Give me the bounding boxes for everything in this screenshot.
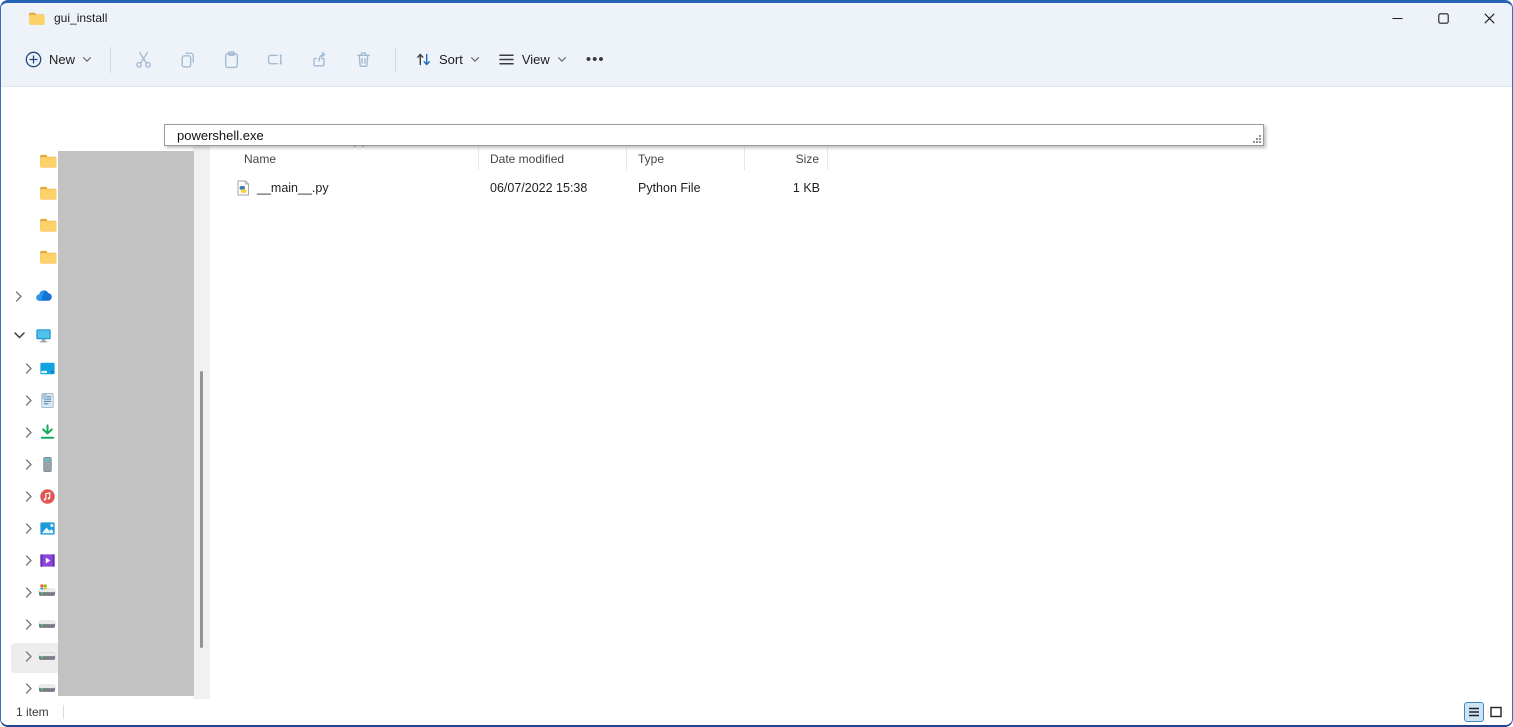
chevron-right-icon[interactable] [23,458,35,471]
pictures-icon [38,519,57,538]
autocomplete-suggestion[interactable]: powershell.exe [165,125,1263,145]
details-view-button[interactable] [1464,702,1484,722]
view-list-icon [498,51,515,68]
toolbar-divider [110,47,111,73]
copy-button[interactable] [165,42,209,78]
navigation-pane: O T [1,143,211,699]
this-pc-icon [34,326,53,345]
documents-icon [38,391,57,410]
column-header-size[interactable]: Size [745,148,828,170]
music-icon [38,487,57,506]
chevron-right-icon[interactable] [23,426,35,439]
folder-icon [39,215,58,234]
column-header-type[interactable]: Type [627,148,745,170]
delete-button[interactable] [341,42,385,78]
address-autocomplete-dropdown: powershell.exe [164,124,1264,146]
folder-icon [39,247,58,266]
file-size: 1 KB [745,181,828,195]
view-button-label: View [522,52,550,67]
minimize-icon [1392,13,1403,24]
chevron-right-icon[interactable] [13,290,25,303]
chevron-down-icon [82,56,92,63]
large-icons-view-button[interactable] [1486,702,1506,722]
cut-icon [134,50,153,69]
delete-icon [354,50,373,69]
drive-icon [38,647,57,666]
chevron-right-icon[interactable] [23,362,35,375]
new-button-label: New [49,52,75,67]
plus-circle-icon [25,51,42,68]
close-icon [1484,13,1495,24]
rename-button[interactable] [253,42,297,78]
view-button[interactable]: View [489,45,576,74]
chevron-right-icon[interactable] [23,522,35,535]
chevron-down-icon [557,56,567,63]
paste-icon [222,50,241,69]
windows-drive-icon [38,583,57,602]
status-divider [63,705,64,719]
copy-icon [178,50,197,69]
new-button[interactable]: New [17,45,100,74]
status-bar: 1 item [1,699,1512,725]
close-button[interactable] [1466,3,1512,33]
chevron-right-icon[interactable] [23,650,35,663]
device-icon [38,455,57,474]
chevron-right-icon[interactable] [23,394,35,407]
column-header-name[interactable]: Name [228,148,479,170]
maximize-icon [1438,13,1449,24]
sort-icon [415,51,432,68]
chevron-down-icon [470,56,480,63]
window-title: gui_install [54,11,107,25]
share-icon [310,50,329,69]
sort-button[interactable]: Sort [406,45,489,74]
paste-button[interactable] [209,42,253,78]
sort-button-label: Sort [439,52,463,67]
drive-icon [38,615,57,634]
onedrive-cloud-icon [34,287,53,306]
chevron-right-icon[interactable] [23,554,35,567]
file-name-cell: __main__.py [228,180,479,196]
chevron-right-icon[interactable] [23,586,35,599]
toolbar-divider [395,47,396,73]
python-file-icon [235,180,251,196]
column-headers: Name Date modified Type Size [228,148,828,172]
sidebar-scrollbar-thumb[interactable] [200,371,203,648]
window-controls [1374,3,1512,33]
rename-icon [266,50,285,69]
file-type: Python File [627,181,745,195]
file-row[interactable]: __main__.py 06/07/2022 15:38 Python File… [228,175,828,201]
chevron-right-icon[interactable] [23,618,35,631]
folder-icon [28,9,46,27]
file-list: Name Date modified Type Size __main__.py… [211,143,1512,699]
folder-icon [39,183,58,202]
cut-button[interactable] [121,42,165,78]
large-icons-view-icon [1490,706,1502,718]
view-toggles [1464,702,1506,722]
chevron-right-icon[interactable] [23,682,35,695]
title-bar: gui_install [1,3,1512,33]
downloads-icon [38,423,57,442]
minimize-button[interactable] [1374,3,1420,33]
file-explorer-window: gui_install New [0,0,1513,727]
details-view-icon [1468,706,1480,718]
file-date-modified: 06/07/2022 15:38 [479,181,627,195]
see-more-button[interactable]: ••• [576,51,615,68]
file-name: __main__.py [257,181,329,195]
command-toolbar: New [1,33,1512,87]
item-count: 1 item [16,705,49,719]
videos-icon [38,551,57,570]
redacted-region [58,151,194,696]
chevron-down-icon[interactable] [13,329,26,342]
chevron-right-icon[interactable] [23,490,35,503]
folder-icon [39,151,58,170]
share-button[interactable] [297,42,341,78]
resize-grip-icon[interactable] [1251,133,1262,144]
drive-icon [38,679,57,698]
maximize-button[interactable] [1420,3,1466,33]
desktop-icon [38,359,57,378]
column-header-date-modified[interactable]: Date modified [479,148,627,170]
